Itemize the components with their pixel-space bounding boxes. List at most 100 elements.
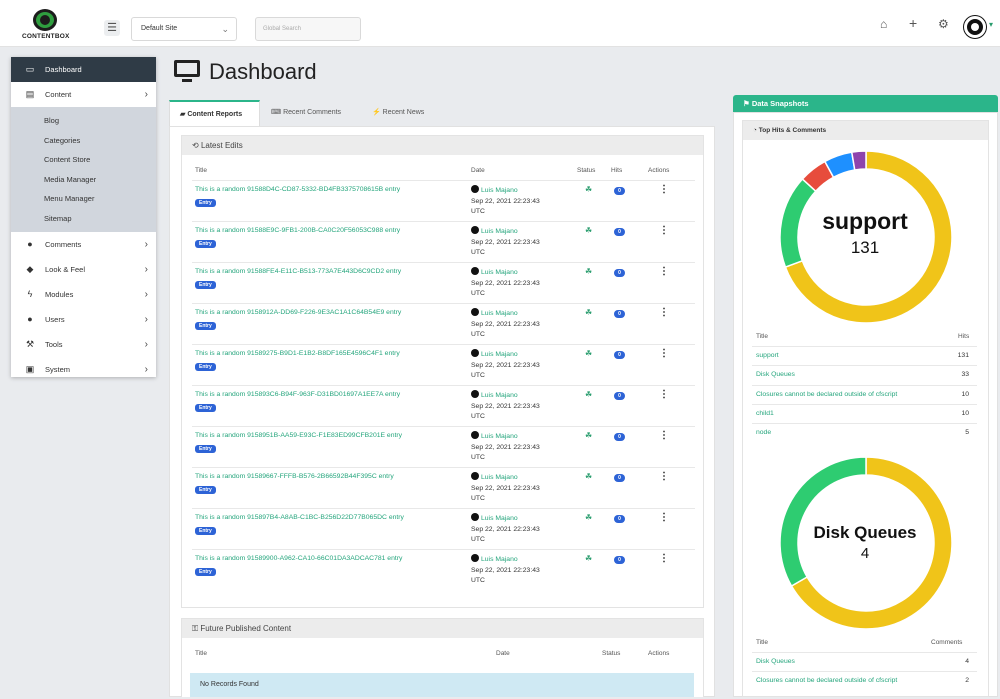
actions-menu-icon[interactable]: ⋮ bbox=[659, 225, 669, 236]
site-selector[interactable]: Default Site ⌄ bbox=[131, 17, 237, 41]
entry-title-link[interactable]: This is a random 91588E9C-9FB1-200B-CA0C… bbox=[195, 227, 400, 234]
sidebar-item-users[interactable]: ● Users › bbox=[11, 307, 156, 332]
actions-menu-icon[interactable]: ⋮ bbox=[659, 512, 669, 523]
entry-date: Sep 22, 2021 22:23:43 bbox=[471, 402, 540, 410]
tab-recent-news[interactable]: ⚡ Recent News bbox=[362, 100, 442, 126]
author-link[interactable]: Luis Majano bbox=[481, 187, 518, 194]
column-header-title[interactable]: Title bbox=[756, 639, 768, 646]
sidebar-item-content[interactable]: ▤ Content › bbox=[11, 82, 156, 107]
actions-menu-icon[interactable]: ⋮ bbox=[659, 184, 669, 195]
actions-menu-icon[interactable]: ⋮ bbox=[659, 307, 669, 318]
sidebar-item-label: Dashboard bbox=[45, 65, 82, 74]
gear-icon[interactable]: ⚙ bbox=[938, 16, 949, 32]
author-link[interactable]: Luis Majano bbox=[481, 392, 518, 399]
row-title-link[interactable]: Disk Queues bbox=[756, 658, 795, 665]
row-value: 33 bbox=[961, 371, 969, 379]
home-icon[interactable]: ⌂ bbox=[880, 16, 887, 32]
menu-toggle-button[interactable]: ☰ bbox=[104, 20, 120, 36]
actions-menu-icon[interactable]: ⋮ bbox=[659, 430, 669, 441]
entry-badge: Entry bbox=[195, 281, 216, 289]
author-link[interactable]: Luis Majano bbox=[481, 351, 518, 358]
tab-recent-comments[interactable]: ⌨ Recent Comments bbox=[261, 100, 357, 126]
column-header-comments[interactable]: Comments bbox=[931, 639, 962, 646]
author-avatar bbox=[471, 349, 479, 357]
global-search-input[interactable]: Global Search bbox=[255, 17, 361, 41]
column-header-title[interactable]: Title bbox=[195, 167, 207, 174]
logo-icon bbox=[33, 9, 57, 31]
hits-badge: 0 bbox=[614, 433, 625, 441]
row-title-link[interactable]: Closures cannot be declared outside of c… bbox=[756, 676, 916, 685]
chevron-down-icon[interactable]: ▾ bbox=[989, 20, 993, 29]
row-title-link[interactable]: Disk Queues bbox=[756, 371, 795, 378]
table-row: This is a random 9158951B-AA59-E93C-F1E8… bbox=[192, 426, 695, 467]
sidebar-item-system[interactable]: ▣ System › bbox=[11, 357, 156, 382]
donut-slice-4[interactable] bbox=[850, 150, 867, 171]
tab-content-reports[interactable]: ▰ Content Reports bbox=[169, 100, 260, 126]
column-header-date[interactable]: Date bbox=[471, 167, 485, 174]
submenu-item-menu-manager[interactable]: Menu Manager bbox=[11, 189, 156, 209]
column-header-status[interactable]: Status bbox=[577, 167, 595, 174]
row-value: 10 bbox=[961, 409, 969, 417]
entry-badge: Entry bbox=[195, 568, 216, 576]
submenu-item-categories[interactable]: Categories bbox=[11, 131, 156, 151]
row-title-link[interactable]: node bbox=[756, 429, 771, 436]
sidebar-item-tools[interactable]: ⚒ Tools › bbox=[11, 332, 156, 357]
entry-author-date: Luis Majano Sep 22, 2021 22:23:43 UTC bbox=[471, 472, 540, 505]
entry-title-link[interactable]: This is a random 91589667-FFFB-B576-2B66… bbox=[195, 473, 394, 480]
actions-menu-icon[interactable]: ⋮ bbox=[659, 389, 669, 400]
author-avatar bbox=[471, 472, 479, 480]
entry-badge: Entry bbox=[195, 527, 216, 535]
sidebar-item-look-feel[interactable]: ◆ Look & Feel › bbox=[11, 257, 156, 282]
entry-author-date: Luis Majano Sep 22, 2021 22:23:43 UTC bbox=[471, 185, 540, 218]
author-link[interactable]: Luis Majano bbox=[481, 228, 518, 235]
author-link[interactable]: Luis Majano bbox=[481, 433, 518, 440]
column-header-title[interactable]: Title bbox=[195, 650, 207, 657]
actions-menu-icon[interactable]: ⋮ bbox=[659, 266, 669, 277]
entry-title-link[interactable]: This is a random 9158912A-DD69-F226-9E3A… bbox=[195, 309, 401, 316]
briefcase-icon: ▣ bbox=[25, 364, 35, 374]
row-title-link[interactable]: support bbox=[756, 352, 779, 359]
actions-menu-icon[interactable]: ⋮ bbox=[659, 471, 669, 482]
submenu-item-media-manager[interactable]: Media Manager bbox=[11, 170, 156, 190]
actions-menu-icon[interactable]: ⋮ bbox=[659, 348, 669, 359]
author-link[interactable]: Luis Majano bbox=[481, 310, 518, 317]
table-row: Disk Queues 33 bbox=[752, 365, 977, 384]
published-status-icon: ☘ bbox=[585, 308, 593, 317]
contentbox-logo[interactable]: CONTENTBOX bbox=[22, 9, 69, 43]
column-header-hits[interactable]: Hits bbox=[958, 333, 969, 340]
column-header-hits[interactable]: Hits bbox=[611, 167, 622, 174]
hits-badge: 0 bbox=[614, 351, 625, 359]
submenu-item-blog[interactable]: Blog bbox=[11, 111, 156, 131]
entry-title-link[interactable]: This is a random 915897B4-A8AB-C1BC-B256… bbox=[195, 514, 404, 521]
column-header-actions[interactable]: Actions bbox=[648, 167, 669, 174]
author-link[interactable]: Luis Majano bbox=[481, 515, 518, 522]
sidebar-item-comments[interactable]: ● Comments › bbox=[11, 232, 156, 257]
column-header-actions[interactable]: Actions bbox=[648, 650, 669, 657]
author-link[interactable]: Luis Majano bbox=[481, 556, 518, 563]
entry-title-link[interactable]: This is a random 91589275-B9D1-E1B2-B8DF… bbox=[195, 350, 400, 357]
donut-slice-1[interactable] bbox=[779, 456, 867, 588]
add-icon[interactable]: + bbox=[909, 16, 917, 30]
entry-title-link[interactable]: This is a random 9158951B-AA59-E93C-F1E8… bbox=[195, 432, 402, 439]
table-row: This is a random 915893C6-B94F-963F-D31B… bbox=[192, 385, 695, 426]
entry-title-link[interactable]: This is a random 91588D4C-CD87-5332-BD4F… bbox=[195, 186, 400, 193]
entry-title-link[interactable]: This is a random 91589900-A962-CA10-66C0… bbox=[195, 555, 402, 562]
entry-title-link[interactable]: This is a random 91588FE4-E11C-B513-773A… bbox=[195, 268, 401, 275]
row-title-link[interactable]: child1 bbox=[756, 410, 774, 417]
sidebar-item-dashboard[interactable]: ▭ Dashboard bbox=[11, 57, 156, 82]
entry-author-date: Luis Majano Sep 22, 2021 22:23:43 UTC bbox=[471, 349, 540, 382]
entry-title-link[interactable]: This is a random 915893C6-B94F-963F-D31B… bbox=[195, 391, 400, 398]
column-header-status[interactable]: Status bbox=[602, 650, 620, 657]
user-avatar[interactable] bbox=[964, 16, 986, 38]
submenu-item-content-store[interactable]: Content Store bbox=[11, 150, 156, 170]
row-title-link[interactable]: Closures cannot be declared outside of c… bbox=[756, 391, 897, 398]
author-link[interactable]: Luis Majano bbox=[481, 474, 518, 481]
column-header-title[interactable]: Title bbox=[756, 333, 768, 340]
sidebar-item-modules[interactable]: ϟ Modules › bbox=[11, 282, 156, 307]
submenu-item-sitemap[interactable]: Sitemap bbox=[11, 209, 156, 229]
published-status-icon: ☘ bbox=[585, 390, 593, 399]
column-header-date[interactable]: Date bbox=[496, 650, 510, 657]
actions-menu-icon[interactable]: ⋮ bbox=[659, 553, 669, 564]
author-link[interactable]: Luis Majano bbox=[481, 269, 518, 276]
chevron-right-icon: › bbox=[144, 264, 148, 275]
